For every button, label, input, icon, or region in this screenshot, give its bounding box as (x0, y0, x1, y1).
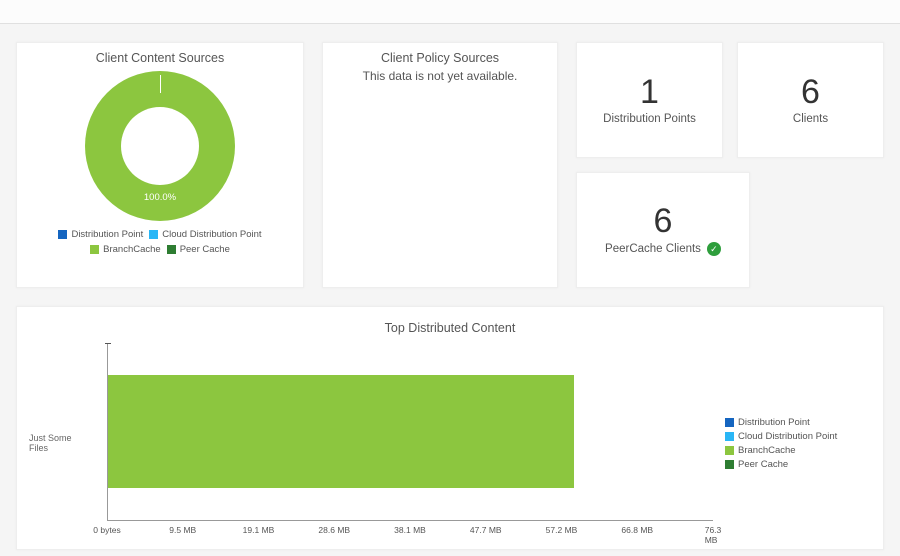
legend-swatch (167, 245, 176, 254)
kpi-label: PeerCache Clients (605, 243, 701, 255)
bar-chart-x-ticks: 0 bytes 9.5 MB 19.1 MB 28.6 MB 38.1 MB 4… (107, 525, 713, 541)
panel-top-distributed-content: Top Distributed Content Just Some Files … (16, 306, 884, 550)
legend-swatch (90, 245, 99, 254)
kpi-row-2: 6 PeerCache Clients (576, 172, 884, 288)
donut-chart-wrap: 100.0% (17, 71, 303, 221)
legend-label: Distribution Point (738, 417, 810, 428)
legend-swatch (725, 418, 734, 427)
x-tick-label: 47.7 MB (470, 525, 502, 535)
x-tick-label: 28.6 MB (318, 525, 350, 535)
kpi-peercache-clients[interactable]: 6 PeerCache Clients (576, 172, 750, 288)
bar-chart-legend: Distribution Point Cloud Distribution Po… (725, 337, 871, 549)
legend-item[interactable]: BranchCache (725, 445, 871, 456)
kpi-row-1: 1 Distribution Points 6 Clients (576, 42, 884, 158)
x-tick-label: 66.8 MB (621, 525, 653, 535)
kpi-column: 1 Distribution Points 6 Clients 6 PeerCa… (576, 42, 884, 288)
legend-item[interactable]: Distribution Point (725, 417, 871, 428)
kpi-value: 6 (801, 75, 820, 109)
kpi-distribution-points[interactable]: 1 Distribution Points (576, 42, 723, 158)
dashboard-row-1: Client Content Sources 100.0% Distributi… (16, 42, 884, 288)
legend-swatch (149, 230, 158, 239)
x-tick-label: 57.2 MB (546, 525, 578, 535)
kpi-clients[interactable]: 6 Clients (737, 42, 884, 158)
check-icon (707, 242, 721, 256)
kpi-label: Clients (793, 113, 828, 125)
kpi-value: 6 (654, 204, 673, 238)
kpi-value: 1 (640, 75, 659, 109)
legend-item[interactable]: Peer Cache (725, 459, 871, 470)
x-tick-label: 0 bytes (93, 525, 120, 535)
legend-swatch (58, 230, 67, 239)
x-tick-label: 38.1 MB (394, 525, 426, 535)
panel-title-client-content-sources: Client Content Sources (17, 43, 303, 65)
legend-label: Distribution Point (71, 229, 143, 240)
legend-item[interactable]: Cloud Distribution Point (149, 229, 261, 240)
legend-item[interactable]: Distribution Point (58, 229, 143, 240)
x-tick-label: 9.5 MB (169, 525, 196, 535)
bar-chart-frame (107, 343, 713, 521)
donut-chart[interactable]: 100.0% (85, 71, 235, 221)
donut-start-tick (160, 75, 161, 93)
legend-swatch (725, 460, 734, 469)
donut-percent-label: 100.0% (85, 192, 235, 203)
legend-swatch (725, 432, 734, 441)
kpi-spacer (764, 172, 884, 288)
legend-item[interactable]: BranchCache (90, 244, 161, 255)
kpi-label: Distribution Points (603, 113, 696, 125)
legend-label: Cloud Distribution Point (162, 229, 261, 240)
x-tick-label: 76.3 MB (705, 525, 722, 545)
bar-chart-plot[interactable]: 0 bytes 9.5 MB 19.1 MB 28.6 MB 38.1 MB 4… (107, 337, 713, 549)
legend-label: BranchCache (738, 445, 796, 456)
policy-sources-message: This data is not yet available. (323, 69, 557, 83)
top-bar (0, 0, 900, 24)
donut-legend: Distribution Point Cloud Distribution Po… (17, 221, 303, 265)
y-axis-top-tick (105, 343, 111, 344)
panel-client-policy-sources: Client Policy Sources This data is not y… (322, 42, 558, 288)
legend-item[interactable]: Cloud Distribution Point (725, 431, 871, 442)
bar-chart-area: Just Some Files 0 bytes 9.5 MB 19.1 MB 2… (29, 337, 871, 549)
legend-item[interactable]: Peer Cache (167, 244, 230, 255)
legend-swatch (725, 446, 734, 455)
panel-title-client-policy-sources: Client Policy Sources (323, 43, 557, 65)
bar-segment-branchcache[interactable] (108, 375, 574, 488)
panel-title-top-distributed: Top Distributed Content (29, 313, 871, 335)
legend-label: Cloud Distribution Point (738, 431, 837, 442)
x-tick-label: 19.1 MB (243, 525, 275, 535)
legend-label: Peer Cache (180, 244, 230, 255)
panel-client-content-sources: Client Content Sources 100.0% Distributi… (16, 42, 304, 288)
legend-label: BranchCache (103, 244, 161, 255)
legend-label: Peer Cache (738, 459, 788, 470)
dashboard: Client Content Sources 100.0% Distributi… (0, 24, 900, 550)
bar-chart-y-category: Just Some Files (29, 337, 95, 549)
